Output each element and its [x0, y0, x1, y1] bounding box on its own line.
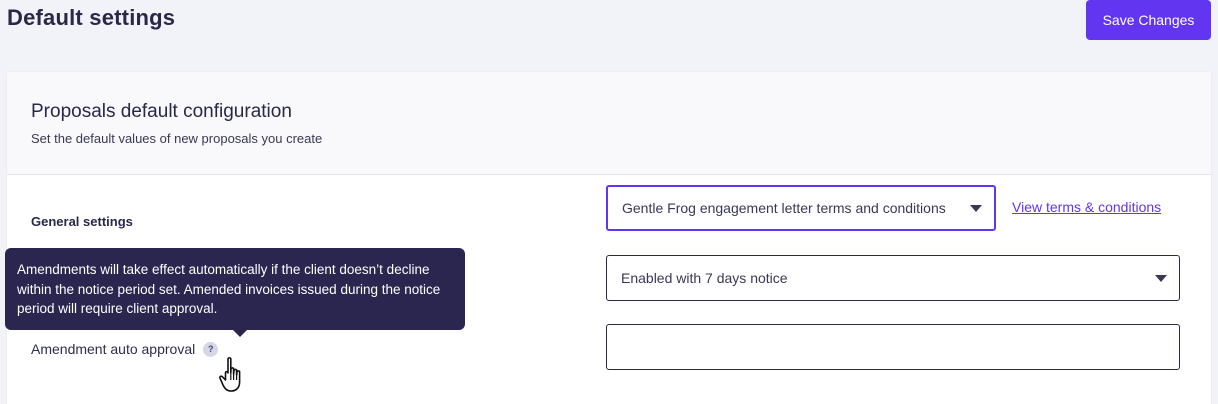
general-settings-heading: General settings [31, 214, 133, 229]
tooltip-arrow [232, 329, 248, 337]
hand-pointer-icon [219, 357, 241, 392]
card-subtitle: Set the default values of new proposals … [31, 131, 323, 146]
next-setting-select[interactable] [606, 324, 1180, 370]
caret-down-icon [970, 205, 982, 212]
amendment-approval-value: Enabled with 7 days notice [621, 270, 788, 286]
tooltip-text: Amendments will take effect automaticall… [17, 262, 441, 316]
amendment-auto-approval-label: Amendment auto approval ? [31, 341, 219, 357]
amendment-approval-select[interactable]: Enabled with 7 days notice [606, 255, 1180, 301]
terms-select-value: Gentle Frog engagement letter terms and … [622, 200, 946, 216]
save-changes-button[interactable]: Save Changes [1086, 0, 1211, 40]
card-header: Proposals default configuration Set the … [7, 72, 1211, 175]
amendment-label-text: Amendment auto approval [31, 341, 196, 357]
page-title: Default settings [7, 5, 176, 30]
amendment-tooltip: Amendments will take effect automaticall… [5, 248, 465, 337]
card-title: Proposals default configuration [31, 101, 292, 122]
terms-select[interactable]: Gentle Frog engagement letter terms and … [606, 185, 996, 231]
view-terms-link[interactable]: View terms & conditions [1012, 199, 1161, 215]
caret-down-icon [1155, 275, 1167, 282]
help-icon[interactable]: ? [203, 341, 219, 357]
